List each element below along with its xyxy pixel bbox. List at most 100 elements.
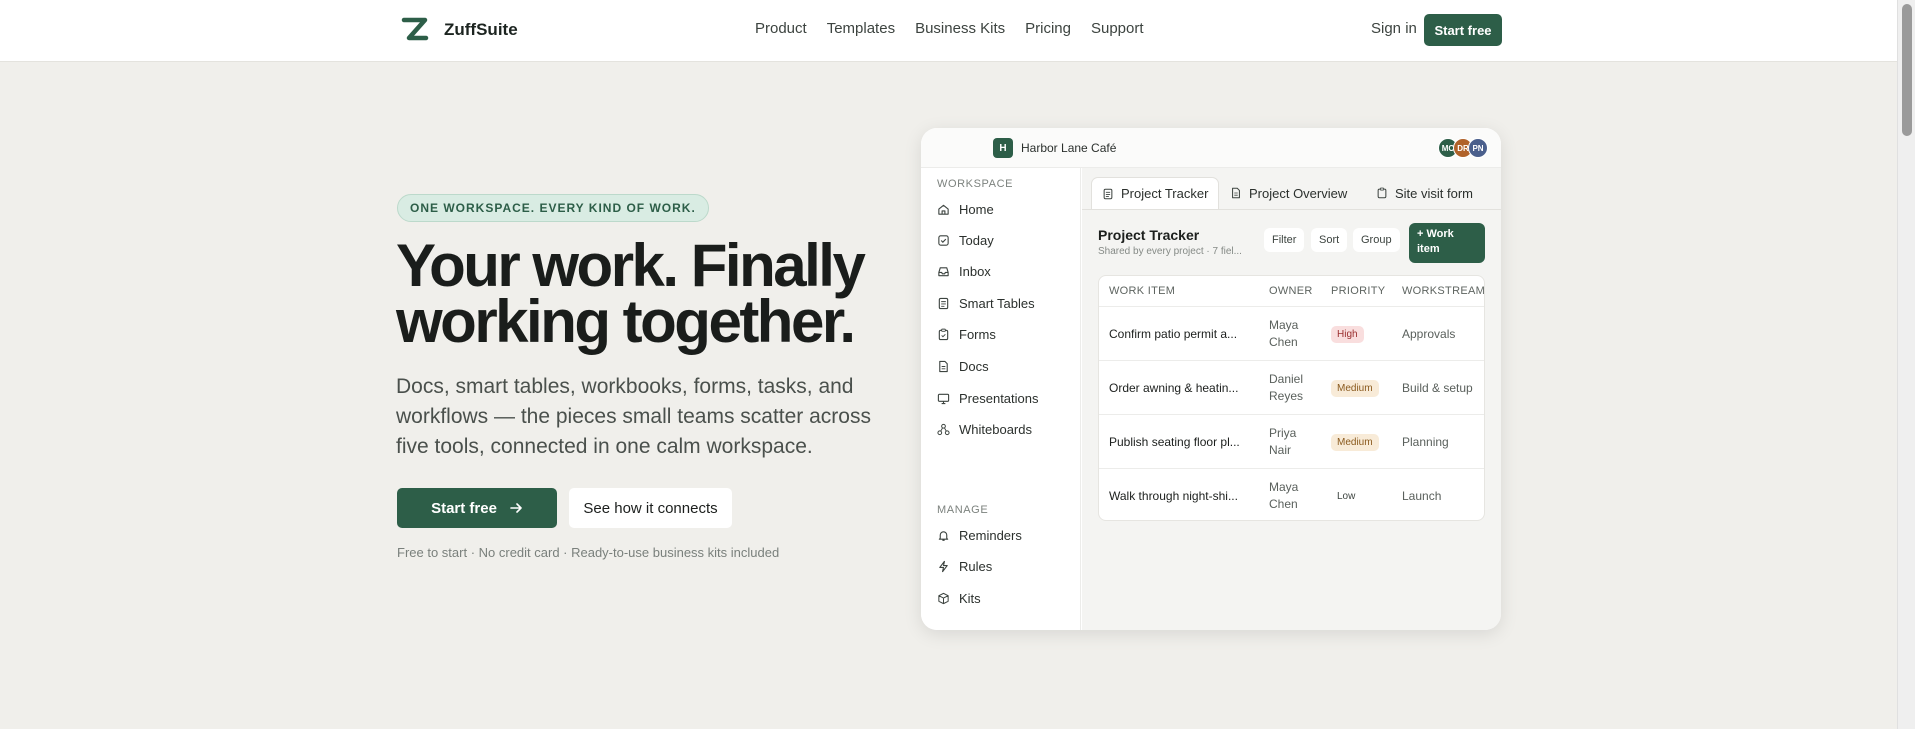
hero-subtitle: Docs, smart tables, workbooks, forms, ta… [396, 375, 871, 458]
table-row[interactable]: Walk through night-shi... Maya Chen Low … [1099, 469, 1484, 520]
sidebar-item-docs[interactable]: Docs [937, 359, 989, 374]
whiteboard-icon [937, 423, 950, 436]
brand[interactable]: ZuffSuite [400, 15, 518, 45]
app-sidebar: WORKSPACE Home Today Inbox Smart Tables … [921, 168, 1081, 630]
sidebar-item-label: Rules [959, 559, 993, 574]
sidebar-heading-manage: MANAGE [937, 504, 989, 516]
inbox-icon [938, 267, 949, 277]
scroll-thumb[interactable] [1902, 4, 1912, 136]
bell-icon [938, 531, 949, 541]
tab-project-tracker[interactable]: Project Tracker [1091, 177, 1220, 209]
work-item-cell: Publish seating floor pl... [1109, 415, 1249, 469]
table-row[interactable]: Publish seating floor pl... Priya Nair M… [1099, 415, 1484, 469]
priority-badge: Low [1331, 487, 1362, 505]
owner-cell: Priya Nair [1269, 426, 1297, 457]
work-item-text: Walk through night-shi... [1109, 489, 1238, 503]
column-header-priority[interactable]: PRIORITY [1331, 276, 1385, 306]
priority-badge: Medium [1331, 433, 1379, 451]
sidebar-item-whiteboards[interactable]: Whiteboards [937, 422, 1032, 437]
work-item-cell: Order awning & heatin... [1109, 361, 1249, 415]
tab-label: Site visit form [1395, 185, 1474, 201]
sidebar-item-forms[interactable]: Forms [937, 327, 996, 342]
tracker-panel: Project Tracker Shared by every project … [1082, 209, 1501, 630]
top-nav: ZuffSuite Product Templates Business Kit… [0, 0, 1897, 62]
work-item-text: Order awning & heatin... [1109, 381, 1239, 395]
column-header-owner[interactable]: OWNER [1269, 276, 1313, 306]
sidebar-item-smart-tables[interactable]: Smart Tables [937, 296, 1035, 311]
z-logo-icon [401, 17, 429, 41]
sidebar-item-home[interactable]: Home [937, 202, 994, 217]
hero-title: Your work. Finally working together. [396, 232, 866, 355]
column-header-workstream[interactable]: WORKSTREAM [1402, 276, 1484, 306]
page-scrollbar[interactable] [1897, 0, 1915, 729]
nav-link-templates[interactable]: Templates [827, 20, 895, 37]
priority-badge: High [1331, 325, 1364, 343]
filter-button[interactable]: Filter [1264, 228, 1305, 252]
sidebar-item-label: Home [959, 202, 994, 217]
app-main: Project Tracker Project Overview Site vi… [1082, 168, 1501, 630]
hero-start-free-label: Start free [431, 499, 497, 517]
nav-link-support[interactable]: Support [1091, 20, 1144, 37]
table-icon [938, 297, 949, 310]
owner-cell: Maya Chen [1269, 480, 1299, 511]
work-item-text: Confirm patio permit a... [1109, 327, 1238, 341]
hero-start-free-button[interactable]: Start free [397, 488, 557, 528]
priority-cell: Medium [1331, 361, 1379, 415]
tab-label: Project Overview [1249, 185, 1348, 201]
sidebar-item-label: Forms [959, 327, 996, 342]
sign-in-link[interactable]: Sign in [1371, 20, 1417, 37]
nav-links: Product Templates Business Kits Pricing … [755, 20, 1144, 37]
priority-cell: Medium [1331, 415, 1379, 469]
table-title: Project Tracker [1098, 227, 1200, 243]
owner-cell: Daniel Reyes [1269, 372, 1304, 403]
sidebar-item-inbox[interactable]: Inbox [937, 264, 991, 279]
sidebar-item-reminders[interactable]: Reminders [937, 528, 1022, 543]
sidebar-heading-workspace: WORKSPACE [937, 178, 1014, 190]
sidebar-item-label: Whiteboards [959, 422, 1032, 437]
workspace-name[interactable]: Harbor Lane Café [1021, 141, 1116, 155]
nav-link-pricing[interactable]: Pricing [1025, 20, 1071, 37]
sidebar-item-label: Docs [959, 359, 989, 374]
sidebar-item-kits[interactable]: Kits [937, 591, 981, 606]
see-how-it-connects-button[interactable]: See how it connects [569, 488, 732, 528]
presentation-icon [937, 393, 950, 405]
document-icon [1232, 187, 1240, 199]
sidebar-item-label: Reminders [959, 528, 1022, 543]
table-row[interactable]: Order awning & heatin... Daniel Reyes Me… [1099, 361, 1484, 415]
group-button[interactable]: Group [1353, 228, 1400, 252]
table-subtitle: Shared by every project · 7 fiel... [1098, 246, 1242, 257]
calendar-check-icon [938, 235, 949, 246]
owner-cell: Maya Chen [1269, 318, 1299, 349]
tab-label: Project Tracker [1121, 186, 1209, 201]
nav-start-free-button[interactable]: Start free [1424, 14, 1502, 46]
column-header-work-item[interactable]: WORK ITEM [1109, 276, 1175, 306]
add-work-item-button[interactable]: + Work item [1409, 223, 1485, 263]
sidebar-item-today[interactable]: Today [937, 233, 994, 248]
sidebar-item-label: Kits [959, 591, 981, 606]
home-icon [938, 204, 949, 215]
table-row[interactable]: Confirm patio permit a... Maya Chen High… [1099, 307, 1484, 361]
brand-name: ZuffSuite [444, 20, 518, 39]
sidebar-item-presentations[interactable]: Presentations [937, 391, 1039, 406]
priority-badge: Medium [1331, 379, 1379, 397]
zap-icon [939, 560, 948, 573]
nav-link-product[interactable]: Product [755, 20, 807, 37]
sidebar-item-label: Presentations [959, 391, 1039, 406]
sidebar-item-label: Inbox [959, 264, 991, 279]
sort-button[interactable]: Sort [1311, 228, 1348, 252]
work-item-cell: Confirm patio permit a... [1109, 307, 1249, 361]
hero-eyebrow: ONE WORKSPACE. EVERY KIND OF WORK. [397, 194, 709, 222]
tab-project-overview[interactable]: Project Overview [1220, 177, 1357, 209]
avatar[interactable]: PN [1468, 138, 1488, 158]
nav-link-business-kits[interactable]: Business Kits [915, 20, 1005, 37]
table-icon [1103, 188, 1113, 199]
tab-site-visit-form[interactable]: Site visit form [1366, 177, 1483, 209]
sidebar-item-rules[interactable]: Rules [937, 559, 992, 574]
box-icon [938, 592, 949, 605]
work-item-cell: Walk through night-shi... [1109, 469, 1249, 520]
priority-cell: Low [1331, 469, 1362, 520]
app-preview-card: H Harbor Lane Café MC DR PN WORKSPACE Ho… [921, 128, 1501, 630]
work-item-text: Publish seating floor pl... [1109, 435, 1240, 449]
workstream-cell: Build & setup [1402, 381, 1473, 395]
workstream-cell: Planning [1402, 435, 1449, 449]
